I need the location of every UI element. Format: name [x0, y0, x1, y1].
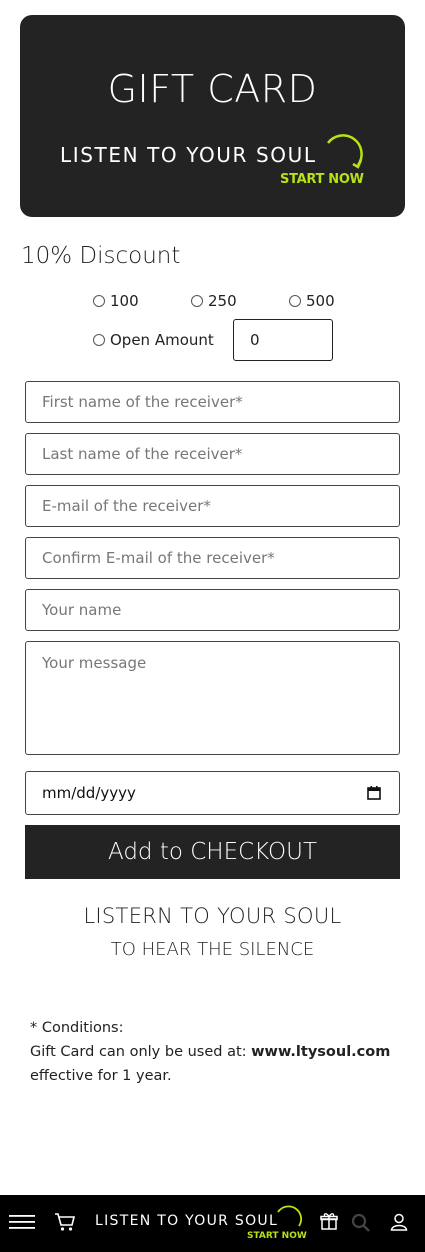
confirm-email-input[interactable]: Confirm E-mail of the receiver*	[25, 537, 400, 579]
amount-radio-100[interactable]: 100	[93, 292, 139, 310]
conditions-heading: * Conditions:	[30, 1020, 124, 1036]
message-textarea[interactable]: Your message	[25, 641, 400, 755]
conditions-block: * Conditions: Gift Card can only be used…	[30, 1016, 390, 1088]
slogan-line-2: TO HEAR THE SILENCE	[110, 939, 315, 960]
menu-icon[interactable]	[9, 1214, 35, 1230]
radio-circle[interactable]	[93, 295, 105, 307]
discount-label: 10% Discount	[21, 243, 181, 269]
calendar-icon[interactable]	[367, 786, 381, 800]
amount-radio-label: 250	[208, 292, 237, 310]
bottom-logo-subtext: START NOW	[247, 1231, 307, 1241]
bottom-navigation-bar: LISTEN TO YOUR SOUL START NOW	[0, 1195, 425, 1252]
brand-logo: LISTEN TO YOUR SOUL START NOW	[60, 134, 370, 203]
gift-icon[interactable]	[320, 1212, 338, 1230]
logo-arc-icon	[326, 134, 363, 169]
amount-radio-250[interactable]: 250	[191, 292, 237, 310]
cart-icon[interactable]	[54, 1212, 76, 1232]
amount-radio-500[interactable]: 500	[289, 292, 335, 310]
your-name-input[interactable]: Your name	[25, 589, 400, 631]
radio-circle[interactable]	[289, 295, 301, 307]
date-placeholder: mm/dd/yyyy	[42, 784, 136, 802]
radio-circle[interactable]	[191, 295, 203, 307]
bottom-brand-logo[interactable]: LISTEN TO YOUR SOUL START NOW	[95, 1205, 310, 1245]
amount-radio-label: 100	[110, 292, 139, 310]
conditions-site-link[interactable]: www.ltysoul.com	[251, 1044, 390, 1060]
email-input[interactable]: E-mail of the receiver*	[25, 485, 400, 527]
gift-card-banner: GIFT CARD LISTEN TO YOUR SOUL START NOW	[20, 15, 405, 217]
user-icon[interactable]	[390, 1213, 408, 1231]
gift-card-title: GIFT CARD	[107, 67, 318, 111]
conditions-line-2: effective for 1 year.	[30, 1068, 172, 1084]
logo-subtext: START NOW	[280, 172, 364, 187]
amount-radio-open[interactable]: Open Amount	[93, 331, 214, 349]
conditions-line-1: Gift Card can only be used at: www.ltyso…	[30, 1040, 390, 1064]
amount-radio-label: 500	[306, 292, 335, 310]
radio-circle[interactable]	[93, 334, 105, 346]
logo-text: LISTEN TO YOUR SOUL	[60, 143, 317, 167]
last-name-input[interactable]: Last name of the receiver*	[25, 433, 400, 475]
amount-radio-label: Open Amount	[110, 331, 214, 349]
bottom-logo-text: LISTEN TO YOUR SOUL	[95, 1213, 279, 1229]
bottom-logo-arc-icon	[277, 1205, 302, 1227]
add-to-checkout-button[interactable]: Add to CHECKOUT	[25, 825, 400, 879]
date-input[interactable]: mm/dd/yyyy	[25, 771, 400, 815]
conditions-prefix: Gift Card can only be used at:	[30, 1044, 252, 1060]
search-icon[interactable]	[351, 1213, 371, 1233]
slogan-line-1: LISTERN TO YOUR SOUL	[83, 904, 342, 928]
open-amount-input[interactable]: 0	[233, 319, 333, 361]
first-name-input[interactable]: First name of the receiver*	[25, 381, 400, 423]
